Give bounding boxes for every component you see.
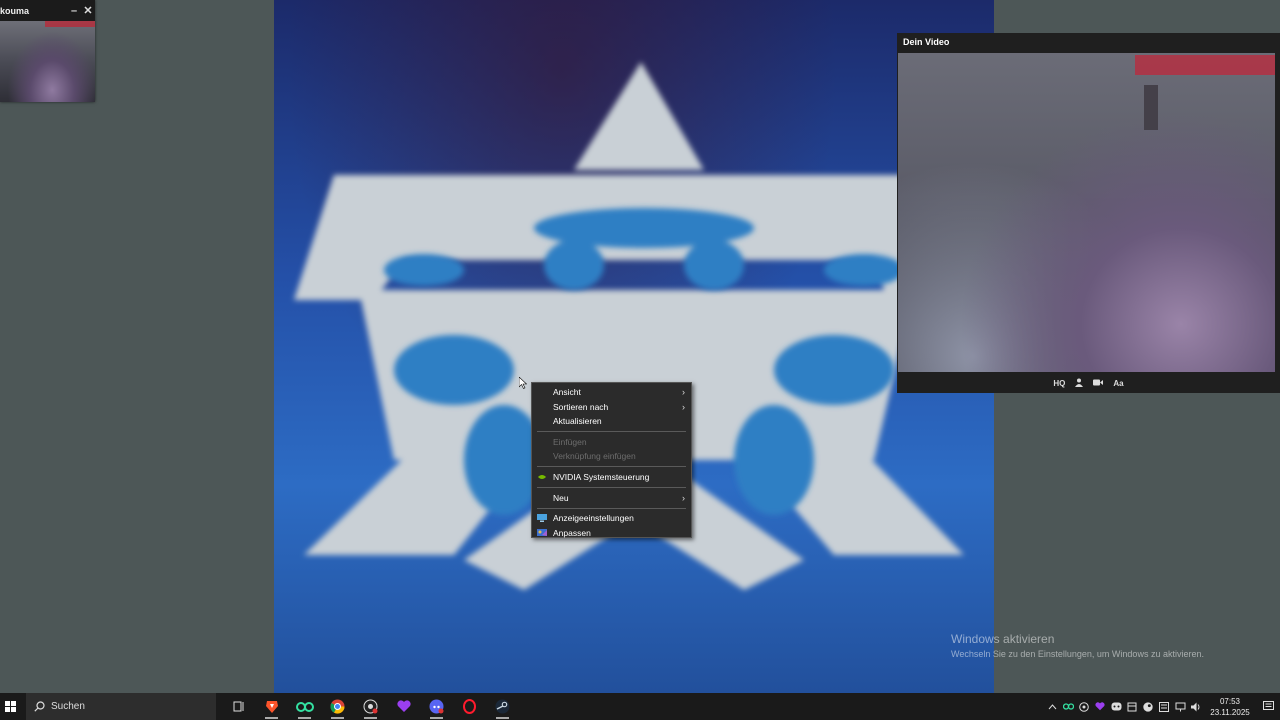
- tray-heart-icon[interactable]: [1092, 693, 1108, 720]
- menu-item-label: NVIDIA Systemsteuerung: [553, 471, 650, 482]
- menu-item-neu[interactable]: Neu ›: [532, 491, 691, 506]
- taskbar-chrome[interactable]: [321, 693, 354, 720]
- chevron-right-icon: ›: [682, 401, 685, 412]
- mouse-cursor-icon: [519, 377, 527, 389]
- volume-icon[interactable]: [1188, 693, 1204, 720]
- taskbar-brave[interactable]: [255, 693, 288, 720]
- taskbar-obs[interactable]: [354, 693, 387, 720]
- task-view-button[interactable]: [222, 693, 255, 720]
- start-button[interactable]: [0, 693, 20, 720]
- chevron-up-icon[interactable]: [1044, 693, 1060, 720]
- windows-logo-icon: [4, 701, 16, 712]
- menu-item-label: Anzeigeeinstellungen: [553, 513, 634, 524]
- menu-item-aktualisieren[interactable]: Aktualisieren: [532, 414, 691, 429]
- tray-app-2-icon[interactable]: [1076, 693, 1092, 720]
- search-icon: [34, 701, 45, 712]
- brave-icon: [265, 701, 278, 713]
- system-tray: 07:53 23.11.2025: [1044, 693, 1280, 720]
- personalize-icon: [537, 528, 547, 536]
- obs-icon: [363, 699, 378, 714]
- menu-separator: [537, 431, 686, 433]
- menu-item-label: Anpassen: [553, 527, 591, 538]
- mini-window-title: kouma: [0, 5, 30, 16]
- menu-item-label: Neu: [553, 492, 569, 503]
- own-video-feed: [898, 53, 1275, 372]
- menu-item-label: Sortieren nach: [553, 401, 609, 412]
- mini-window-titlebar[interactable]: kouma – ✕: [0, 0, 95, 21]
- taskbar-tripadvisor[interactable]: [288, 693, 321, 720]
- clock-date: 23.11.2025: [1210, 707, 1250, 717]
- menu-item-einfuegen: Einfügen: [532, 435, 691, 450]
- menu-separator: [537, 466, 686, 468]
- notification-icon: [1262, 701, 1274, 710]
- tray-app-3-icon[interactable]: [1124, 693, 1140, 720]
- discord-icon: [429, 699, 444, 714]
- taskbar: Suchen 07:53 23.11.2025: [0, 693, 1280, 720]
- desktop-wallpaper: [274, 0, 994, 693]
- clock-time: 07:53: [1219, 696, 1241, 706]
- display-icon: [537, 514, 547, 523]
- person-icon[interactable]: [1075, 378, 1084, 389]
- tray-steam-icon[interactable]: [1140, 693, 1156, 720]
- desktop-context-menu[interactable]: Ansicht › Sortieren nach › Aktualisieren…: [531, 382, 692, 538]
- mini-video-window[interactable]: kouma – ✕: [0, 0, 95, 102]
- taskbar-clock[interactable]: 07:53 23.11.2025: [1204, 696, 1256, 718]
- menu-item-anzeigeeinstellungen[interactable]: Anzeigeeinstellungen: [532, 511, 691, 526]
- menu-item-nvidia-systemsteuerung[interactable]: NVIDIA Systemsteuerung: [532, 470, 691, 485]
- taskbar-steam[interactable]: [486, 693, 519, 720]
- menu-separator: [537, 507, 686, 509]
- overlay-banner: [45, 21, 95, 27]
- video-controls: HQ Aa: [897, 373, 1280, 393]
- network-icon[interactable]: [1172, 693, 1188, 720]
- overlay-banner: [1135, 55, 1275, 75]
- menu-item-ansicht[interactable]: Ansicht ›: [532, 385, 691, 400]
- menu-separator: [537, 487, 686, 489]
- menu-item-label: Aktualisieren: [553, 416, 602, 427]
- menu-item-label: Einfügen: [553, 436, 587, 447]
- notification-center-button[interactable]: [1256, 701, 1280, 712]
- opera-icon: [463, 699, 476, 714]
- watermark-subtitle: Wechseln Sie zu den Einstellungen, um Wi…: [951, 649, 1204, 659]
- minimize-button[interactable]: –: [67, 5, 81, 17]
- task-view-icon: [233, 701, 243, 712]
- menu-item-sortieren-nach[interactable]: Sortieren nach ›: [532, 400, 691, 415]
- tray-app-1-icon[interactable]: [1060, 693, 1076, 720]
- nvidia-icon: [537, 472, 547, 481]
- taskbar-discord[interactable]: [420, 693, 453, 720]
- menu-item-anpassen[interactable]: Anpassen: [532, 526, 691, 541]
- menu-item-label: Ansicht: [553, 387, 581, 397]
- close-button[interactable]: ✕: [81, 4, 95, 17]
- tray-discord-icon[interactable]: [1108, 693, 1124, 720]
- own-video-panel[interactable]: Dein Video HQ Aa: [897, 33, 1280, 393]
- taskbar-search-box[interactable]: Suchen: [26, 693, 216, 720]
- mini-video-feed: [0, 21, 95, 102]
- text-size-button[interactable]: Aa: [1113, 379, 1123, 388]
- steam-icon: [495, 699, 510, 714]
- tray-keyboard-icon[interactable]: [1156, 693, 1172, 720]
- search-placeholder: Suchen: [51, 701, 85, 712]
- heart-app-icon: [396, 700, 411, 712]
- taskbar-heart-app[interactable]: [387, 693, 420, 720]
- taskbar-apps: [222, 693, 519, 720]
- tripadvisor-icon: [295, 702, 314, 712]
- chrome-icon: [330, 699, 345, 714]
- watermark-title: Windows aktivieren: [951, 632, 1055, 646]
- menu-item-verknuepfung-einfuegen: Verknüpfung einfügen: [532, 449, 691, 464]
- chevron-right-icon: ›: [682, 492, 685, 503]
- taskbar-opera[interactable]: [453, 693, 486, 720]
- hq-button[interactable]: HQ: [1053, 379, 1065, 388]
- chevron-right-icon: ›: [682, 387, 685, 397]
- wall-poster: [1144, 85, 1158, 130]
- wallpaper-emblem: [294, 62, 974, 590]
- camera-icon[interactable]: [1093, 379, 1104, 388]
- video-panel-title: Dein Video: [903, 37, 950, 47]
- menu-item-label: Verknüpfung einfügen: [553, 451, 636, 462]
- windows-activation-watermark: Windows aktivieren Wechseln Sie zu den E…: [951, 632, 1204, 659]
